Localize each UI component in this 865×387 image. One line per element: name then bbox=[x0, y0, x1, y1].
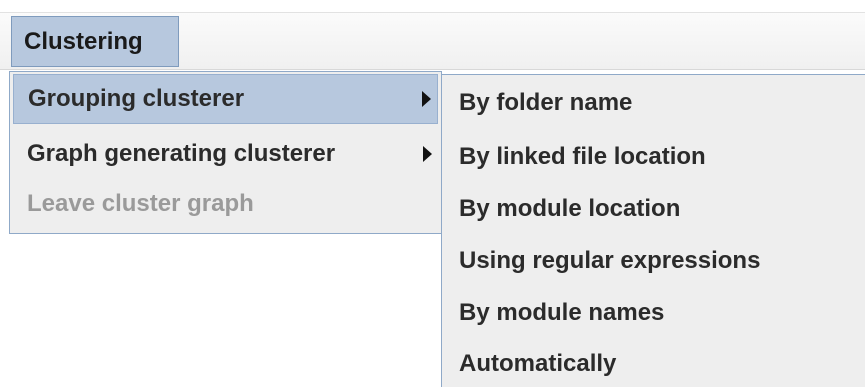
submenu-arrow-icon bbox=[422, 91, 431, 107]
submenu-item-label: By module names bbox=[459, 299, 665, 326]
submenu-item-by-linked-file-location[interactable]: By linked file location bbox=[442, 131, 865, 183]
submenu-arrow-icon bbox=[423, 146, 432, 162]
submenu-item-label: By linked file location bbox=[459, 143, 706, 170]
menu-item-label: Grouping clusterer bbox=[28, 85, 245, 112]
menu-item-label: Graph generating clusterer bbox=[27, 140, 336, 167]
submenu-item-using-regular-expressions[interactable]: Using regular expressions bbox=[442, 235, 865, 287]
submenu-item-label: By module location bbox=[459, 195, 681, 222]
submenu-item-label: By folder name bbox=[459, 89, 633, 116]
submenu-item-by-folder-name[interactable]: By folder name bbox=[442, 77, 865, 129]
grouping-clusterer-submenu: By folder name By linked file location B… bbox=[441, 74, 865, 387]
submenu-item-label: Automatically bbox=[459, 350, 617, 377]
menu-item-grouping-clusterer[interactable]: Grouping clusterer bbox=[13, 74, 438, 124]
clustering-dropdown: Grouping clusterer Graph generating clus… bbox=[9, 71, 442, 234]
submenu-item-label: Using regular expressions bbox=[459, 247, 761, 274]
submenu-item-by-module-names[interactable]: By module names bbox=[442, 287, 865, 339]
menu-item-leave-cluster-graph: Leave cluster graph bbox=[13, 179, 438, 229]
submenu-item-by-module-location[interactable]: By module location bbox=[442, 183, 865, 235]
menu-item-graph-generating-clusterer[interactable]: Graph generating clusterer bbox=[13, 129, 438, 179]
menu-bar: Clustering bbox=[0, 12, 865, 70]
menu-clustering[interactable]: Clustering bbox=[11, 16, 179, 67]
screen: Clustering Grouping clusterer Graph gene… bbox=[0, 0, 865, 387]
menu-item-label: Leave cluster graph bbox=[27, 190, 254, 217]
submenu-item-automatically[interactable]: Automatically bbox=[442, 338, 865, 387]
